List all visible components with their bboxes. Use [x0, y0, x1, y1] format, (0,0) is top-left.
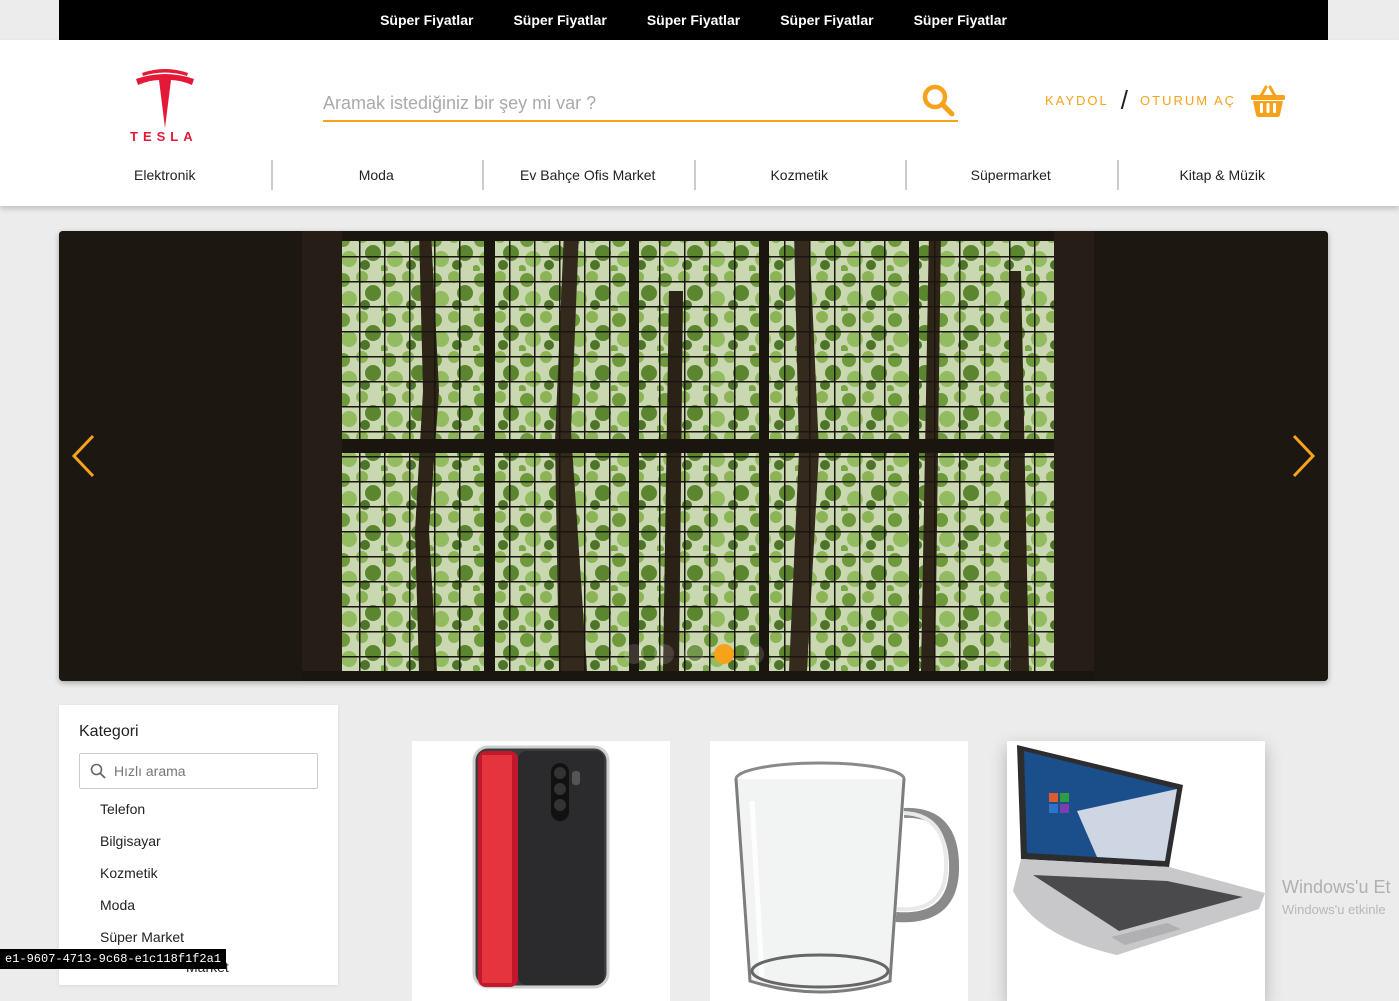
product-card-phone[interactable]	[412, 741, 670, 1001]
promo-link[interactable]: Süper Fiyatlar	[780, 12, 873, 28]
search-input[interactable]	[323, 88, 903, 118]
promo-link[interactable]: Süper Fiyatlar	[914, 12, 1007, 28]
category-item-kozmetik[interactable]: Kozmetik	[100, 865, 184, 897]
phone-image	[472, 745, 610, 989]
windows-watermark: Windows'u Et	[1282, 877, 1391, 897]
hero-slider	[59, 231, 1328, 681]
nav-item-supermarket[interactable]: Süpermarket	[905, 158, 1117, 192]
slider-dots	[59, 644, 1328, 664]
slider-dot[interactable]	[653, 644, 674, 664]
slider-dot[interactable]	[623, 644, 644, 664]
promo-link[interactable]: Süper Fiyatlar	[647, 12, 740, 28]
promo-link[interactable]: Süper Fiyatlar	[513, 12, 606, 28]
category-item-bilgisayar[interactable]: Bilgisayar	[100, 833, 184, 865]
slider-dot-active[interactable]	[713, 644, 734, 664]
nav-item-ev-bahce[interactable]: Ev Bahçe Ofis Market	[482, 158, 694, 192]
category-sidebar: Kategori Telefon Bilgisayar Kozmetik Mod…	[59, 705, 338, 985]
product-card-laptop[interactable]	[1007, 741, 1265, 1001]
logo-wordmark: TESLA	[130, 129, 198, 144]
slider-dot[interactable]	[683, 644, 704, 664]
sidebar-title: Kategori	[79, 723, 139, 740]
nav-item-moda[interactable]: Moda	[270, 158, 483, 192]
login-link[interactable]: OTURUM AÇ	[1140, 93, 1236, 108]
laptop-image	[1013, 745, 1265, 955]
basket-icon[interactable]	[1250, 84, 1286, 118]
category-item-moda[interactable]: Moda	[100, 897, 184, 929]
search-bar	[323, 84, 958, 122]
mug-image	[734, 761, 960, 994]
slider-dot[interactable]	[743, 644, 764, 664]
register-link[interactable]: KAYDOL	[1045, 93, 1109, 108]
nav-item-kitap-muzik[interactable]: Kitap & Müzik	[1116, 158, 1329, 192]
slide-image	[59, 231, 1328, 681]
site-header: TESLA KAYDOL / OTURUM AÇ Elektronik Moda…	[0, 40, 1399, 206]
slider-next-icon[interactable]	[1288, 433, 1318, 479]
auth-links: KAYDOL / OTURUM AÇ	[1045, 85, 1236, 115]
search-icon[interactable]	[920, 82, 956, 118]
slider-prev-icon[interactable]	[69, 433, 99, 479]
promo-link[interactable]: Süper Fiyatlar	[380, 12, 473, 28]
nav-item-elektronik[interactable]: Elektronik	[59, 158, 271, 192]
category-list: Telefon Bilgisayar Kozmetik Moda Süper M…	[100, 801, 184, 961]
search-icon	[90, 763, 106, 779]
nav-item-kozmetik[interactable]: Kozmetik	[693, 158, 906, 192]
windows-watermark-sub: Windows'u etkinle	[1282, 902, 1386, 917]
category-nav: Elektronik Moda Ev Bahçe Ofis Market Koz…	[59, 158, 1328, 192]
status-tooltip: e1-9607-4713-9c68-e1c118f1f2a1	[0, 949, 227, 969]
auth-separator: /	[1120, 85, 1129, 115]
promo-bar: Süper Fiyatlar Süper Fiyatlar Süper Fiya…	[59, 0, 1328, 40]
quick-search	[79, 753, 318, 789]
quick-search-input[interactable]	[114, 754, 309, 788]
category-item-telefon[interactable]: Telefon	[100, 801, 184, 833]
product-card-mug[interactable]	[710, 741, 968, 1001]
